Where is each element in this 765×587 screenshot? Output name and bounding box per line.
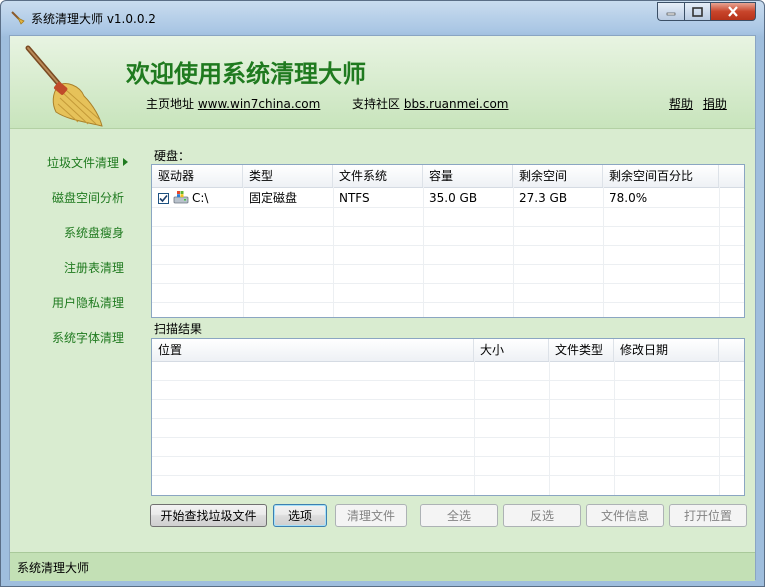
community-line: 支持社区 bbs.ruanmei.com	[352, 95, 509, 112]
nav-item-label: 系统盘瘦身	[63, 226, 124, 240]
broom-app-icon	[11, 11, 25, 25]
disk-list[interactable]: 驱动器 类型 文件系统 容量 剩余空间 剩余空间百分比 C:\ 固定磁盘 NTF…	[151, 164, 745, 318]
maximize-icon	[692, 6, 703, 17]
status-text: 系统清理大师	[17, 561, 90, 575]
donate-link[interactable]: 捐助	[703, 97, 727, 111]
nav-item-label: 磁盘空间分析	[51, 191, 124, 205]
options-button[interactable]: 选项	[273, 504, 327, 527]
window-title: 系统清理大师 v1.0.0.2	[31, 12, 156, 26]
close-button[interactable]	[710, 2, 756, 21]
nav-item-label: 垃圾文件清理	[46, 156, 119, 170]
disk-list-header: 驱动器 类型 文件系统 容量 剩余空间 剩余空间百分比	[152, 165, 744, 188]
clean-files-button[interactable]: 清理文件	[335, 504, 407, 527]
col-capacity[interactable]: 容量	[423, 165, 513, 187]
drive-checkbox[interactable]	[158, 193, 169, 204]
free-cell: 27.3 GB	[519, 191, 568, 205]
nav-item-disk-analysis[interactable]: 磁盘空间分析	[52, 189, 124, 206]
broom-logo-icon	[25, 45, 103, 127]
free-percent-cell: 78.0%	[609, 191, 648, 205]
results-list-header: 位置 大小 文件类型 修改日期	[152, 339, 744, 362]
col-drive[interactable]: 驱动器	[152, 165, 243, 187]
type-cell: 固定磁盘	[249, 191, 298, 205]
results-list[interactable]: 位置 大小 文件类型 修改日期	[151, 338, 745, 496]
select-all-button[interactable]: 全选	[420, 504, 498, 527]
close-icon	[728, 6, 738, 17]
community-link[interactable]: bbs.ruanmei.com	[404, 97, 509, 111]
title-bar[interactable]: 系统清理大师 v1.0.0.2	[1, 1, 764, 35]
file-info-button[interactable]: 文件信息	[586, 504, 664, 527]
welcome-title: 欢迎使用系统清理大师	[126, 60, 366, 88]
help-links: 帮助 捐助	[669, 95, 727, 112]
nav-item-junk-clean[interactable]: 垃圾文件清理	[47, 154, 128, 171]
arrow-right-icon	[123, 158, 128, 166]
col-file-type[interactable]: 文件类型	[549, 339, 614, 361]
minimize-icon	[666, 12, 676, 15]
hard-drive-icon	[173, 191, 189, 204]
nav-item-label: 注册表清理	[63, 261, 124, 275]
col-size[interactable]: 大小	[474, 339, 549, 361]
col-free[interactable]: 剩余空间	[513, 165, 603, 187]
nav-item-label: 用户隐私清理	[51, 296, 124, 310]
invert-selection-button[interactable]: 反选	[503, 504, 581, 527]
community-label: 支持社区	[352, 97, 401, 111]
nav-item-label: 系统字体清理	[51, 331, 124, 345]
minimize-button[interactable]	[657, 2, 684, 21]
results-label: 扫描结果	[154, 322, 203, 336]
main-panel: 欢迎使用系统清理大师 主页地址 www.win7china.com 支持社区 b…	[9, 35, 756, 581]
col-filesystem[interactable]: 文件系统	[333, 165, 423, 187]
status-bar: 系统清理大师	[10, 552, 755, 581]
help-link[interactable]: 帮助	[669, 97, 693, 111]
col-type[interactable]: 类型	[243, 165, 333, 187]
nav-item-font-clean[interactable]: 系统字体清理	[52, 329, 124, 346]
nav-item-system-slim[interactable]: 系统盘瘦身	[64, 224, 124, 241]
capacity-cell: 35.0 GB	[429, 191, 478, 205]
homepage-label: 主页地址	[146, 97, 195, 111]
open-location-button[interactable]: 打开位置	[669, 504, 747, 527]
homepage-line: 主页地址 www.win7china.com	[146, 95, 320, 112]
disks-label: 硬盘：	[154, 149, 191, 163]
homepage-link[interactable]: www.win7china.com	[198, 97, 320, 111]
col-free-percent[interactable]: 剩余空间百分比	[603, 165, 719, 187]
maximize-button[interactable]	[684, 2, 710, 21]
filesystem-cell: NTFS	[339, 191, 370, 205]
col-location[interactable]: 位置	[152, 339, 474, 361]
nav-item-registry-clean[interactable]: 注册表清理	[64, 259, 124, 276]
checkmark-icon	[159, 194, 168, 203]
app-window: 系统清理大师 v1.0.0.2 欢迎使用系统清理大师 主页地址 www.win7…	[0, 0, 765, 587]
drive-cell: C:\	[192, 191, 209, 205]
nav-item-privacy-clean[interactable]: 用户隐私清理	[52, 294, 124, 311]
col-modified-date[interactable]: 修改日期	[614, 339, 719, 361]
start-scan-button[interactable]: 开始查找垃圾文件	[150, 504, 267, 527]
header-banner: 欢迎使用系统清理大师 主页地址 www.win7china.com 支持社区 b…	[10, 36, 755, 129]
